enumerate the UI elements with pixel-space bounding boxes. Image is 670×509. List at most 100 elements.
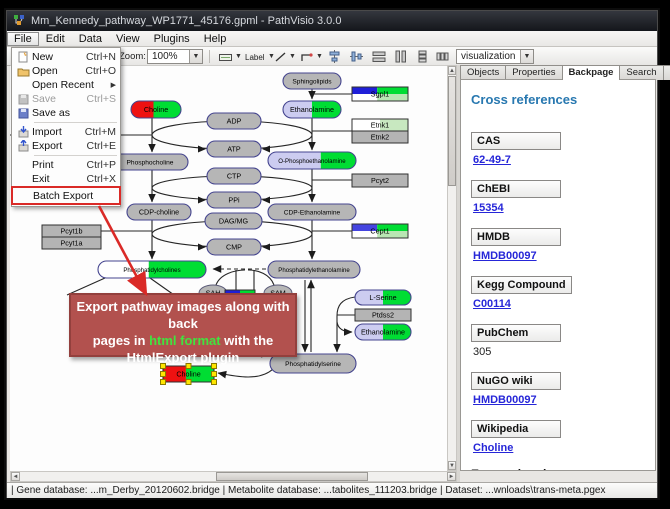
file-menu-label: Open Recent [32,79,103,91]
tab-search[interactable]: Search [619,65,663,80]
selection-handle[interactable] [212,372,217,377]
file-menu: NewCtrl+NOpenCtrl+OOpen Recent▶SaveCtrl+… [11,47,121,207]
edge-serine-trunk[interactable] [337,297,355,352]
horizontal-scrollbar[interactable]: ◄ ► [10,471,457,482]
tab-properties[interactable]: Properties [505,65,562,80]
svg-text:Ptdss2: Ptdss2 [372,310,394,319]
menu-view[interactable]: View [109,32,147,46]
node-dag-mg[interactable]: DAG/MG [205,213,262,229]
scroll-down-icon[interactable]: ▼ [448,461,456,470]
node-phosphatidylcholines[interactable]: Phosphatidylcholines [98,261,206,278]
file-menu-item-save-as[interactable]: Save as [12,106,120,120]
svg-text:Pcyt1a: Pcyt1a [61,238,83,247]
menu-data[interactable]: Data [72,32,109,46]
reference-source-header: Kegg Compound [471,276,572,294]
node-pcyt1b[interactable]: Pcyt1b [42,225,101,237]
tab-objects[interactable]: Objects [460,65,506,80]
node-pcyt2[interactable]: Pcyt2 [352,174,408,187]
node-choline-top[interactable]: Choline [131,101,181,118]
reference-source-header: Wikipedia [471,420,561,438]
reference-link[interactable]: HMDB00097 [473,250,537,262]
cycle-arrowhead [198,197,206,204]
file-menu-item-print[interactable]: PrintCtrl+P [12,158,120,172]
menu-help[interactable]: Help [197,32,234,46]
tab-backpage[interactable]: Backpage [562,65,621,80]
selection-handle[interactable] [161,372,166,377]
node-etnk2[interactable]: Etnk2 [352,131,408,143]
annotation-line1: Export pathway images along with back [76,299,289,331]
scroll-up-icon[interactable]: ▲ [448,66,456,75]
node-atp[interactable]: ATP [207,141,261,157]
node-cdp-ethanolamine[interactable]: CDP-Ethanolamine [268,204,356,220]
reference-link[interactable]: Choline [473,442,513,454]
chevron-down-icon[interactable]: ▼ [189,50,202,63]
scroll-left-icon[interactable]: ◄ [11,472,20,481]
node-phosphocholine[interactable]: Phosphocholine [112,154,188,170]
node-pcyt1a[interactable]: Pcyt1a [42,237,101,249]
menu-plugins[interactable]: Plugins [147,32,197,46]
connector-tool-icon[interactable]: ▼ [297,49,326,64]
file-menu-item-save[interactable]: SaveCtrl+S [12,92,120,106]
reference-link[interactable]: HMDB00097 [473,394,537,406]
node-o-phosphoethanolamine[interactable]: O-Phosphoethanolamine [268,152,356,169]
edge-sah-arc[interactable] [216,270,245,285]
selection-handle[interactable] [212,380,217,385]
node-adp[interactable]: ADP [207,113,261,129]
file-menu-item-new[interactable]: NewCtrl+N [12,50,120,64]
annotation-callout: Export pathway images along with back pa… [69,293,297,357]
window-title: Mm_Kennedy_pathway_WP1771_45176.gpml - P… [31,15,341,27]
line-tool-icon[interactable]: ▼ [271,49,299,64]
node-l-serine[interactable]: L-Serine [355,290,411,305]
node-sphingolipids[interactable]: Sphingolipids [283,73,341,89]
selection-handle[interactable] [161,380,166,385]
reference-link[interactable]: 62-49-7 [473,154,511,166]
node-ptdss2[interactable]: Ptdss2 [355,309,411,321]
common-width-icon[interactable] [369,49,389,64]
reference-link[interactable]: 15354 [473,202,504,214]
svg-text:ADP: ADP [227,116,242,125]
file-menu-item-export[interactable]: ExportCtrl+E [12,139,120,153]
vertical-scrollbar[interactable]: ▲ ▼ [447,65,457,471]
edge-ps-to-choline-curve[interactable] [218,369,273,377]
node-ethanolamine-top[interactable]: Ethanolamine [283,101,341,118]
node-cdp-choline[interactable]: CDP-choline [127,204,191,220]
align-horizontal-center-icon[interactable] [347,49,366,64]
selection-handle[interactable] [186,380,191,385]
menu-edit[interactable]: Edit [39,32,72,46]
file-menu-item-open[interactable]: OpenCtrl+O [12,64,120,78]
file-menu-item-import[interactable]: ImportCtrl+M [12,125,120,139]
export-icon [14,140,32,152]
file-menu-item-batch-export[interactable]: Batch Export [13,188,119,203]
zoom-combobox[interactable]: 100% ▼ [147,49,203,64]
svg-text:PPi: PPi [228,195,240,204]
menu-file[interactable]: File [7,32,39,46]
node-cmp[interactable]: CMP [207,239,261,255]
node-etnk1[interactable]: Etnk1 [352,119,408,131]
node-sgpl1[interactable]: Sgpl1 [352,87,408,101]
edge-ethanolamine-branch[interactable] [337,322,352,332]
node-ethanolamine-2[interactable]: Ethanolamine [355,324,411,340]
align-vertical-center-icon[interactable] [325,49,344,64]
import-icon [14,126,32,138]
chevron-down-icon[interactable]: ▼ [520,50,533,63]
scroll-right-icon[interactable]: ► [447,472,456,481]
node-ppi[interactable]: PPi [207,192,261,208]
svg-text:Ethanolamine: Ethanolamine [290,105,334,114]
reference-link[interactable]: C00114 [473,298,511,310]
common-height-icon[interactable] [391,49,411,64]
node-cept1[interactable]: Cept1 [352,224,408,238]
horizontal-scroll-thumb[interactable] [216,472,368,481]
tab-legend[interactable]: Legend [663,65,670,80]
reference-id: 15354 [473,202,645,214]
reference-id: 62-49-7 [473,154,645,166]
open-folder-icon [14,66,32,77]
file-menu-item-exit[interactable]: ExitCtrl+X [12,172,120,186]
visualization-combobox[interactable]: visualization ▼ [456,49,534,64]
title-bar[interactable]: Mm_Kennedy_pathway_WP1771_45176.gpml - P… [7,11,657,31]
node-phosphatidylethanolamine[interactable]: Phosphatidylethanolamine [268,261,360,278]
node-ctp[interactable]: CTP [207,168,261,184]
vertical-scroll-thumb[interactable] [448,76,456,186]
stack-horizontal-icon[interactable] [433,49,452,64]
stack-vertical-icon[interactable] [413,49,432,64]
file-menu-item-open-recent[interactable]: Open Recent▶ [12,78,120,92]
